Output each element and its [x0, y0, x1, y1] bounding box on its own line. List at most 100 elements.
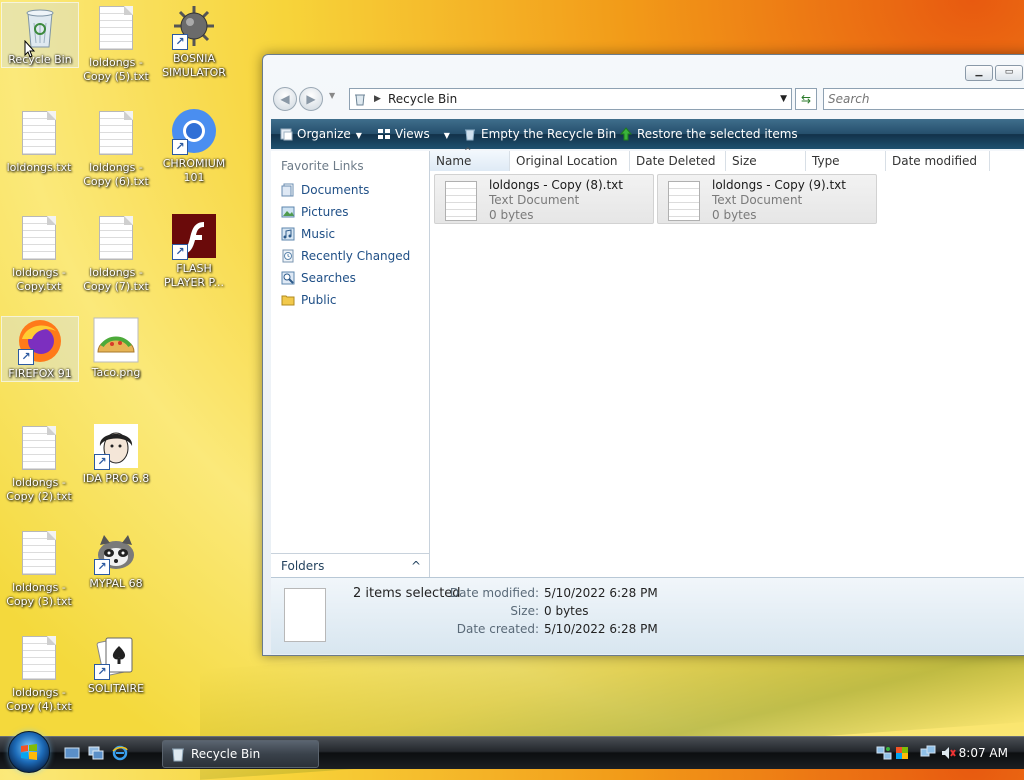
date-created-value: 5/10/2022 6:28 PM	[544, 622, 658, 636]
desktop-icon-loldongs-copy-4[interactable]: loldongs - Copy (4).txt	[1, 632, 77, 714]
command-toolbar: Organize ▼ Views ▼ Empty the Recycle Bin R…	[271, 119, 1024, 149]
desktop-icon-mypal[interactable]: ↗ MYPAL 68	[78, 527, 154, 591]
column-header-name[interactable]: Name	[430, 142, 510, 171]
breadcrumb-recycle-bin[interactable]: Recycle Bin	[388, 89, 457, 109]
column-header-size[interactable]: Size	[726, 151, 806, 171]
views-button[interactable]: Views ▼	[377, 119, 450, 149]
internet-explorer-icon[interactable]	[112, 745, 128, 761]
desktop-icon-taco[interactable]: Taco.png	[78, 316, 154, 380]
network-icon[interactable]	[876, 745, 892, 761]
address-bar[interactable]: ▶ Recycle Bin ▼	[349, 88, 792, 110]
desktop-icon-firefox[interactable]: ↗ FIREFOX 91	[1, 316, 79, 382]
folders-toggle[interactable]: Folders ^	[271, 553, 429, 578]
desktop-icon-label: loldongs - Copy (3).txt	[6, 581, 72, 608]
taco-image-icon	[92, 316, 140, 364]
desktop-icon-label: MYPAL 68	[89, 577, 143, 590]
desktop-icon-loldongs-copy-2[interactable]: loldongs - Copy (2).txt	[1, 422, 77, 504]
taskbar-button-recycle-bin[interactable]: Recycle Bin	[162, 740, 319, 768]
text-file-icon	[445, 181, 477, 221]
back-button[interactable]: ◀	[273, 87, 297, 111]
recycle-bin-icon	[465, 129, 475, 140]
maximize-button[interactable]: ▭	[995, 65, 1023, 81]
taskbar: Recycle Bin 8:07 AM	[0, 731, 1024, 773]
nav-item-searches[interactable]: Searches	[281, 268, 356, 288]
shortcut-arrow-icon: ↗	[172, 244, 188, 260]
size-value: 0 bytes	[544, 604, 589, 618]
desktop-icon-flash-player[interactable]: ↗ FLASH PLAYER P...	[156, 212, 232, 290]
desktop-icon-recycle-bin[interactable]: Recycle Bin	[1, 2, 79, 68]
nav-item-music[interactable]: Music	[281, 224, 335, 244]
shortcut-arrow-icon: ↗	[94, 559, 110, 575]
file-size: 0 bytes	[712, 208, 757, 222]
date-modified-label: Date modified:	[449, 586, 539, 600]
desktop-icon-bosnia-simulator[interactable]: ↗ BOSNIA SIMULATOR	[156, 2, 232, 80]
navigation-bar: ◀ ▶ ▼ ▶ Recycle Bin ▼ ⇆	[271, 85, 1024, 111]
column-header-date-deleted[interactable]: Date Deleted	[630, 151, 726, 171]
desktop-icon-loldongs-copy-6[interactable]: loldongs - Copy (6).txt	[78, 107, 154, 189]
desktop-icon-label: loldongs - Copy (7).txt	[83, 266, 149, 293]
desktop-icon-loldongs[interactable]: loldongs.txt	[1, 107, 77, 175]
organize-button[interactable]: Organize ▼	[279, 119, 362, 149]
nav-item-recently-changed[interactable]: Recently Changed	[281, 246, 410, 266]
column-header-date-modified[interactable]: Date modified	[886, 151, 990, 171]
desktop-icon-ida-pro[interactable]: ↗ IDA PRO 6.8	[78, 422, 154, 486]
breadcrumb-arrow-icon[interactable]: ▶	[374, 89, 381, 109]
column-header-original-location[interactable]: Original Location	[510, 151, 630, 171]
system-clock[interactable]: 8:07 AM	[959, 737, 1008, 769]
desktop-icon-chromium[interactable]: ↗ CHROMIUM 101	[156, 107, 232, 185]
desktop-icon-label: FIREFOX 91	[8, 367, 72, 380]
naval-mine-icon: ↗	[170, 2, 218, 50]
ida-pro-icon: ↗	[92, 422, 140, 470]
explorer-window[interactable]: ▁ ▭ ◀ ▶ ▼ ▶ Recycle Bin ▼ ⇆ Organize▼ Vi…	[262, 54, 1024, 656]
address-dropdown-icon[interactable]: ▼	[780, 89, 787, 109]
window-controls: ▁ ▭	[965, 65, 1023, 81]
views-icon	[378, 128, 390, 139]
desktop-icon-loldongs-copy-5[interactable]: loldongs - Copy (5).txt	[78, 2, 154, 84]
nav-item-documents[interactable]: Documents	[281, 180, 369, 200]
details-pane: 2 items selected Date modified: 5/10/202…	[271, 577, 1024, 654]
minimize-button[interactable]: ▁	[965, 65, 993, 81]
file-item[interactable]: loldongs - Copy (9).txt Text Document 0 …	[657, 174, 877, 224]
file-item[interactable]: loldongs - Copy (8).txt Text Document 0 …	[434, 174, 654, 224]
nav-item-pictures[interactable]: Pictures	[281, 202, 349, 222]
shortcut-arrow-icon: ↗	[172, 139, 188, 155]
windows-logo-icon	[21, 744, 37, 760]
search-input[interactable]	[824, 89, 1024, 109]
recent-pages-dropdown-icon[interactable]: ▼	[329, 91, 335, 100]
desktop-icon-label: Recycle Bin	[8, 53, 72, 66]
desktop-icon-label: loldongs - Copy (4).txt	[6, 686, 72, 713]
favorite-links-heading: Favorite Links	[281, 159, 364, 173]
desktop-icon-label: CHROMIUM 101	[162, 157, 226, 184]
documents-icon	[281, 183, 294, 196]
desktop-icon-loldongs-copy[interactable]: loldongs - Copy.txt	[1, 212, 77, 294]
public-folder-icon	[281, 295, 295, 305]
desktop-icon-solitaire[interactable]: ↗ SOLITAIRE	[78, 632, 154, 696]
chromium-icon: ↗	[170, 107, 218, 155]
desktop-icon-label: loldongs - Copy.txt	[12, 266, 66, 293]
start-button[interactable]	[8, 731, 50, 773]
shortcut-arrow-icon: ↗	[18, 349, 34, 365]
desktop-icon-label: Taco.png	[91, 366, 141, 379]
text-file-icon	[15, 531, 63, 579]
desktop-icon-loldongs-copy-3[interactable]: loldongs - Copy (3).txt	[1, 527, 77, 609]
empty-recycle-bin-button[interactable]: Empty the Recycle Bin	[463, 119, 616, 149]
show-desktop-icon[interactable]	[64, 745, 80, 761]
volume-muted-icon[interactable]	[940, 745, 956, 761]
desktop-icon-loldongs-copy-7[interactable]: loldongs - Copy (7).txt	[78, 212, 154, 294]
recycle-bin-icon	[172, 748, 184, 762]
network-connection-icon[interactable]	[920, 745, 936, 761]
nav-item-public[interactable]: Public	[281, 290, 337, 310]
forward-button[interactable]: ▶	[299, 87, 323, 111]
search-box[interactable]	[823, 88, 1024, 110]
column-header-type[interactable]: Type	[806, 151, 886, 171]
security-center-icon[interactable]	[894, 745, 910, 761]
refresh-button[interactable]: ⇆	[795, 88, 817, 110]
firefox-icon: ↗	[16, 317, 64, 365]
date-created-label: Date created:	[456, 622, 539, 636]
shortcut-arrow-icon: ↗	[172, 34, 188, 50]
restore-selected-button[interactable]: Restore the selected items	[619, 119, 798, 149]
text-file-icon	[15, 426, 63, 474]
text-file-icon	[92, 216, 140, 264]
navigation-pane: Favorite Links Documents Pictures Music …	[271, 151, 430, 577]
switch-windows-icon[interactable]	[88, 745, 104, 761]
